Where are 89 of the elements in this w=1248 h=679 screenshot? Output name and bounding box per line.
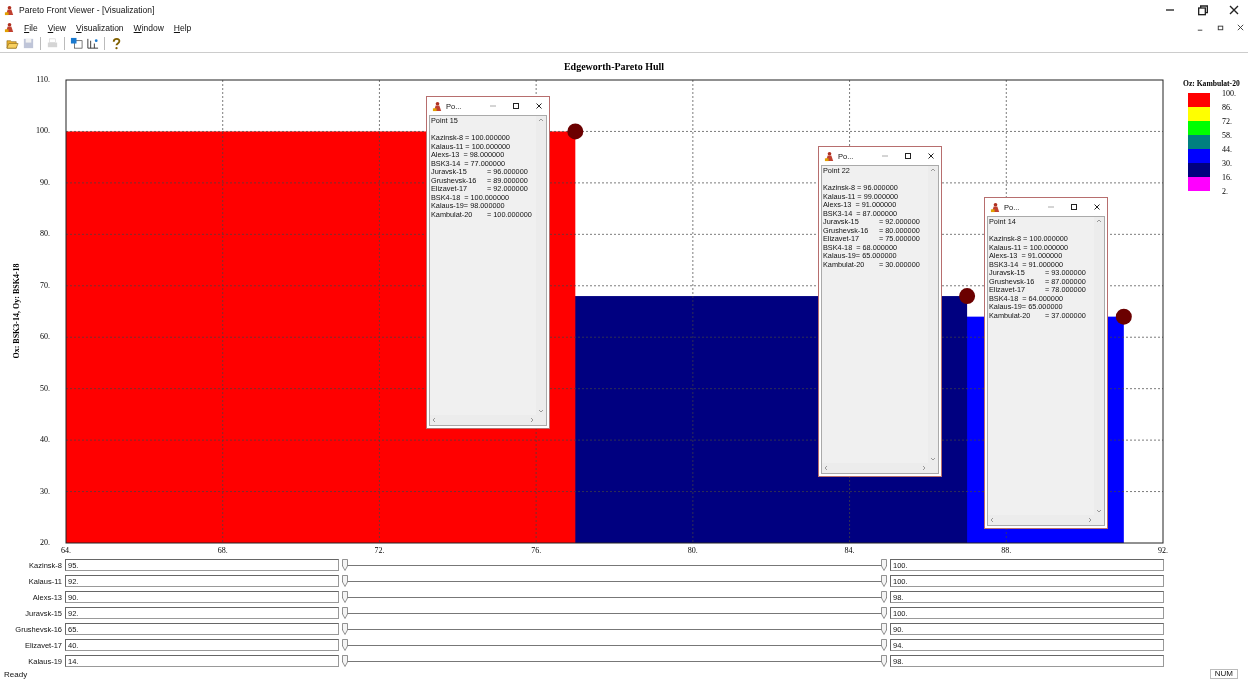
- scroll-down-icon[interactable]: [537, 407, 545, 415]
- slider-handle[interactable]: [342, 559, 348, 571]
- menu-item[interactable]: Visualization: [75, 22, 125, 33]
- horizontal-scrollbar[interactable]: [988, 515, 1104, 525]
- scroll-left-icon[interactable]: [988, 516, 996, 524]
- maximize-button[interactable]: [510, 100, 522, 112]
- scroll-down-icon[interactable]: [929, 455, 937, 463]
- axis-tick-label: 40.: [40, 435, 50, 445]
- app-icon: [4, 22, 15, 33]
- axis-title: Ox: BSK3-14, Oy: BSK4-18: [12, 263, 21, 359]
- window-icon[interactable]: [70, 37, 83, 50]
- legend-label: 44.: [1222, 145, 1232, 154]
- axis-tick-label: 76.: [531, 546, 542, 555]
- scroll-up-icon[interactable]: [929, 166, 937, 174]
- scroll-left-icon[interactable]: [822, 464, 830, 472]
- slider-handle[interactable]: [881, 623, 887, 635]
- slider-handle[interactable]: [881, 655, 887, 667]
- menu-item[interactable]: View: [46, 22, 67, 33]
- range-slider[interactable]: [342, 559, 887, 571]
- axis-tick-label: 100.: [36, 126, 50, 136]
- axis-tick-label: 110.: [36, 75, 50, 84]
- scroll-right-icon[interactable]: [528, 416, 536, 424]
- axis-tick-label: 68.: [217, 546, 228, 555]
- vertical-scrollbar[interactable]: [1094, 217, 1104, 515]
- axis-tick-label: 84.: [844, 546, 855, 555]
- menu-item[interactable]: Window: [132, 22, 165, 33]
- slider-handle[interactable]: [881, 559, 887, 571]
- vertical-scrollbar[interactable]: [536, 116, 546, 415]
- slider-handle[interactable]: [342, 639, 348, 651]
- status-text: Ready: [4, 669, 28, 679]
- help-icon[interactable]: [110, 37, 123, 50]
- scroll-left-icon[interactable]: [430, 416, 438, 424]
- menu-item[interactable]: File: [23, 22, 39, 33]
- range-slider[interactable]: [342, 591, 887, 603]
- range-slider[interactable]: [342, 655, 887, 667]
- axis-tick-label: 80.: [687, 546, 698, 555]
- legend-label: 86.: [1222, 103, 1232, 112]
- axis-tick-label: 30.: [40, 486, 50, 496]
- slider-handle[interactable]: [342, 607, 348, 619]
- legend-label: 72.: [1222, 117, 1232, 126]
- app-icon: [432, 100, 443, 112]
- slider-handle[interactable]: [342, 623, 348, 635]
- range-slider[interactable]: [342, 623, 887, 635]
- range-slider[interactable]: [342, 607, 887, 619]
- horizontal-scrollbar[interactable]: [430, 415, 546, 425]
- slider-handle[interactable]: [881, 639, 887, 651]
- scroll-down-icon[interactable]: [1095, 507, 1103, 515]
- axis-tick-label: 60.: [40, 332, 50, 342]
- slider-handle[interactable]: [881, 575, 887, 587]
- legend-label: 16.: [1222, 173, 1232, 182]
- maximize-button[interactable]: [902, 150, 914, 162]
- axis-tick-label: 20.: [40, 538, 50, 547]
- range-slider[interactable]: [342, 575, 887, 587]
- app-icon: [824, 150, 835, 162]
- legend-label: 58.: [1222, 131, 1232, 140]
- legend-label: 2.: [1222, 187, 1228, 196]
- legend-label: 30.: [1222, 159, 1232, 168]
- axis-tick-label: 64.: [61, 546, 71, 555]
- maximize-button[interactable]: [1068, 201, 1080, 213]
- child-restore-button[interactable]: [1216, 23, 1225, 32]
- axis-tick-label: 50.: [40, 383, 50, 393]
- range-slider[interactable]: [342, 639, 887, 651]
- axis-tick-label: 92.: [1158, 546, 1168, 555]
- horizontal-scrollbar[interactable]: [822, 463, 938, 473]
- axis-tick-label: 70.: [40, 280, 50, 290]
- app-icon: [990, 201, 1001, 213]
- slider-handle[interactable]: [342, 575, 348, 587]
- legend-label: 100.: [1222, 89, 1236, 98]
- slider-handle[interactable]: [342, 591, 348, 603]
- folder-icon[interactable]: [6, 37, 19, 50]
- slider-handle[interactable]: [342, 655, 348, 667]
- status-indicator: NUM: [1209, 669, 1238, 679]
- scroll-right-icon[interactable]: [920, 464, 928, 472]
- axis-tick-label: 80.: [40, 229, 50, 239]
- scroll-up-icon[interactable]: [1095, 217, 1103, 225]
- child-close-button[interactable]: [1236, 23, 1245, 32]
- vertical-scrollbar[interactable]: [928, 166, 938, 463]
- scroll-right-icon[interactable]: [1086, 516, 1094, 524]
- axis-tick-label: 88.: [1001, 546, 1012, 555]
- axis-tick-label: 90.: [40, 177, 50, 187]
- scroll-up-icon[interactable]: [537, 116, 545, 124]
- slider-handle[interactable]: [881, 591, 887, 603]
- chart-title: Edgeworth-Pareto Hull: [563, 61, 665, 72]
- window-title: Pareto Front Viewer - [Visualization]: [19, 5, 155, 15]
- app-icon: [4, 4, 15, 16]
- slider-handle[interactable]: [881, 607, 887, 619]
- menu-item[interactable]: Help: [172, 22, 193, 33]
- axis-tick-label: 72.: [374, 546, 385, 555]
- chart-icon[interactable]: [86, 37, 99, 50]
